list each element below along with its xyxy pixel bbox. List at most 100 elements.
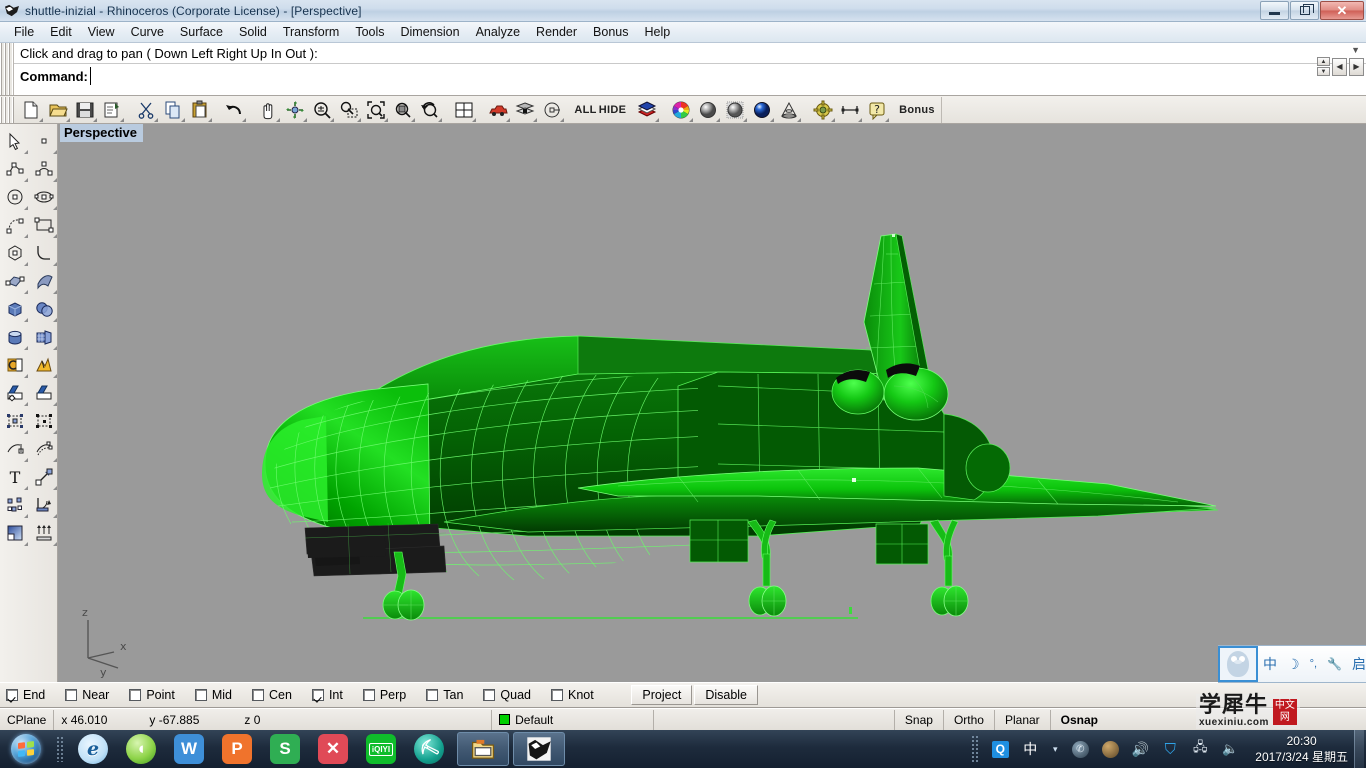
status-toggle-ortho[interactable]: Ortho — [942, 709, 994, 730]
network-icon[interactable]: 🖧 — [1189, 738, 1211, 760]
toolbar-grip[interactable] — [0, 96, 14, 123]
ime-punctuation-icon[interactable]: °, — [1305, 658, 1322, 670]
speaker-icon[interactable]: 🔈 — [1219, 738, 1241, 760]
dimension-icon[interactable] — [836, 97, 863, 123]
rectangle-icon[interactable] — [29, 211, 58, 239]
offset-surface-icon[interactable] — [29, 435, 58, 463]
curve-icon[interactable] — [29, 155, 58, 183]
command-prev-button[interactable]: ◀ — [1332, 57, 1347, 76]
show-all-label[interactable]: ALL — [572, 97, 599, 123]
menu-item-curve[interactable]: Curve — [123, 23, 172, 41]
start-button[interactable] — [0, 730, 52, 768]
osnap-near[interactable]: Near — [65, 688, 109, 702]
osnap-mid-checkbox[interactable] — [194, 689, 207, 701]
command-next-button[interactable]: ▶ — [1349, 57, 1364, 76]
pan-hand-icon[interactable] — [254, 97, 281, 123]
osnap-tan-checkbox[interactable] — [426, 689, 439, 701]
polyline-icon[interactable] — [0, 155, 29, 183]
zoom-in-out-icon[interactable] — [308, 97, 335, 123]
four-viewport-icon[interactable] — [450, 97, 477, 123]
restore-button[interactable] — [1290, 1, 1319, 20]
osnap-int-checkbox[interactable] — [311, 689, 324, 701]
osnap-disable-button[interactable]: Disable — [694, 685, 758, 705]
status-toggle-osnap[interactable]: Osnap — [1049, 709, 1108, 730]
ime-mode-chinese[interactable]: 中 — [1258, 654, 1282, 674]
extrude-icon[interactable] — [29, 519, 58, 547]
menu-item-dimension[interactable]: Dimension — [393, 23, 468, 41]
qq-tray-icon[interactable]: Q — [989, 738, 1011, 760]
points-on-icon[interactable] — [0, 491, 29, 519]
wps-writer-icon[interactable]: W — [174, 734, 204, 764]
command-input[interactable] — [89, 67, 1366, 85]
current-layer[interactable]: Default — [492, 709, 655, 730]
revolve-icon[interactable] — [29, 491, 58, 519]
show-desktop-button[interactable] — [1354, 730, 1364, 768]
osnap-perp-checkbox[interactable] — [362, 689, 375, 701]
taskbar-clock[interactable]: 20:30 2017/3/24 星期五 — [1255, 733, 1348, 765]
osnap-knot-checkbox[interactable] — [551, 689, 563, 701]
osnap-point[interactable]: Point — [129, 688, 175, 702]
save-file-icon[interactable] — [71, 97, 98, 123]
ime-settings-wrench-icon[interactable]: 🔧 — [1322, 657, 1347, 671]
osnap-perp[interactable]: Perp — [362, 688, 406, 702]
surface-stack-icon[interactable] — [633, 97, 660, 123]
close-button[interactable]: ✕ — [1320, 1, 1364, 20]
shade-sphere-icon[interactable] — [694, 97, 721, 123]
command-area-grip[interactable] — [0, 43, 14, 95]
offset-curve-icon[interactable] — [0, 435, 29, 463]
osnap-project-button[interactable]: Project — [631, 685, 693, 705]
split-icon[interactable] — [29, 351, 58, 379]
osnap-cen[interactable]: Cen — [252, 688, 292, 702]
arc-icon[interactable] — [0, 211, 29, 239]
tencent-shield-icon[interactable]: ⛉ — [1159, 738, 1181, 760]
rotate-view-icon[interactable] — [281, 97, 308, 123]
select-arrow-icon[interactable] — [0, 127, 29, 155]
viewport-label[interactable]: Perspective — [60, 124, 143, 142]
fillet-edge-icon[interactable] — [0, 379, 29, 407]
command-spinner[interactable]: ▲ ▼ — [1317, 57, 1330, 76]
layers-icon[interactable] — [511, 97, 538, 123]
cone-wireframe-icon[interactable] — [775, 97, 802, 123]
zoom-window-icon[interactable] — [335, 97, 362, 123]
bonus-label[interactable]: Bonus — [897, 97, 937, 123]
rhinoceros-window[interactable] — [513, 732, 565, 766]
internet-explorer-icon[interactable]: e — [78, 734, 108, 764]
menu-item-view[interactable]: View — [80, 23, 123, 41]
copy-icon[interactable] — [159, 97, 186, 123]
iqiyi-icon[interactable]: iQIYI — [366, 734, 396, 764]
menu-item-bonus[interactable]: Bonus — [585, 23, 636, 41]
zoom-extents-icon[interactable] — [362, 97, 389, 123]
sogou-browser-icon[interactable]: ◖ — [126, 734, 156, 764]
select-object-icon[interactable] — [538, 97, 565, 123]
menu-item-edit[interactable]: Edit — [42, 23, 80, 41]
osnap-quad-checkbox[interactable] — [483, 689, 496, 701]
boolean-solid-icon[interactable] — [29, 295, 58, 323]
trim-icon[interactable] — [0, 351, 29, 379]
qq-penguin-icon[interactable] — [1218, 646, 1258, 682]
osnap-tan[interactable]: Tan — [426, 688, 463, 702]
wps-spreadsheet-icon[interactable]: S — [270, 734, 300, 764]
osnap-knot[interactable]: Knot — [551, 688, 594, 702]
menu-item-tools[interactable]: Tools — [347, 23, 392, 41]
text-tool-icon[interactable]: T — [0, 463, 29, 491]
fillet-curve-icon[interactable] — [29, 239, 58, 267]
cut-icon[interactable] — [132, 97, 159, 123]
game-tray-icon[interactable] — [1099, 738, 1121, 760]
osnap-near-checkbox[interactable] — [65, 689, 78, 701]
osnap-end[interactable]: End — [6, 688, 45, 702]
cplane-indicator[interactable]: CPlane — [0, 709, 55, 730]
osnap-quad[interactable]: Quad — [483, 688, 531, 702]
mesh-icon[interactable] — [29, 323, 58, 351]
qq-ime-floating-bar[interactable]: 中 ☽ °, 🔧 启 — [1218, 645, 1366, 683]
menu-item-solid[interactable]: Solid — [231, 23, 275, 41]
menu-item-surface[interactable]: Surface — [172, 23, 231, 41]
render-sphere-icon[interactable] — [748, 97, 775, 123]
tray-grip[interactable] — [971, 735, 980, 763]
cylinder-solid-icon[interactable] — [0, 323, 29, 351]
polygon-icon[interactable] — [0, 239, 29, 267]
osnap-int[interactable]: Int — [311, 688, 343, 702]
array-icon[interactable] — [0, 407, 29, 435]
pickaxe-app-icon[interactable]: ⛏ — [414, 734, 444, 764]
undo-icon[interactable] — [220, 97, 247, 123]
car-render-icon[interactable] — [484, 97, 511, 123]
